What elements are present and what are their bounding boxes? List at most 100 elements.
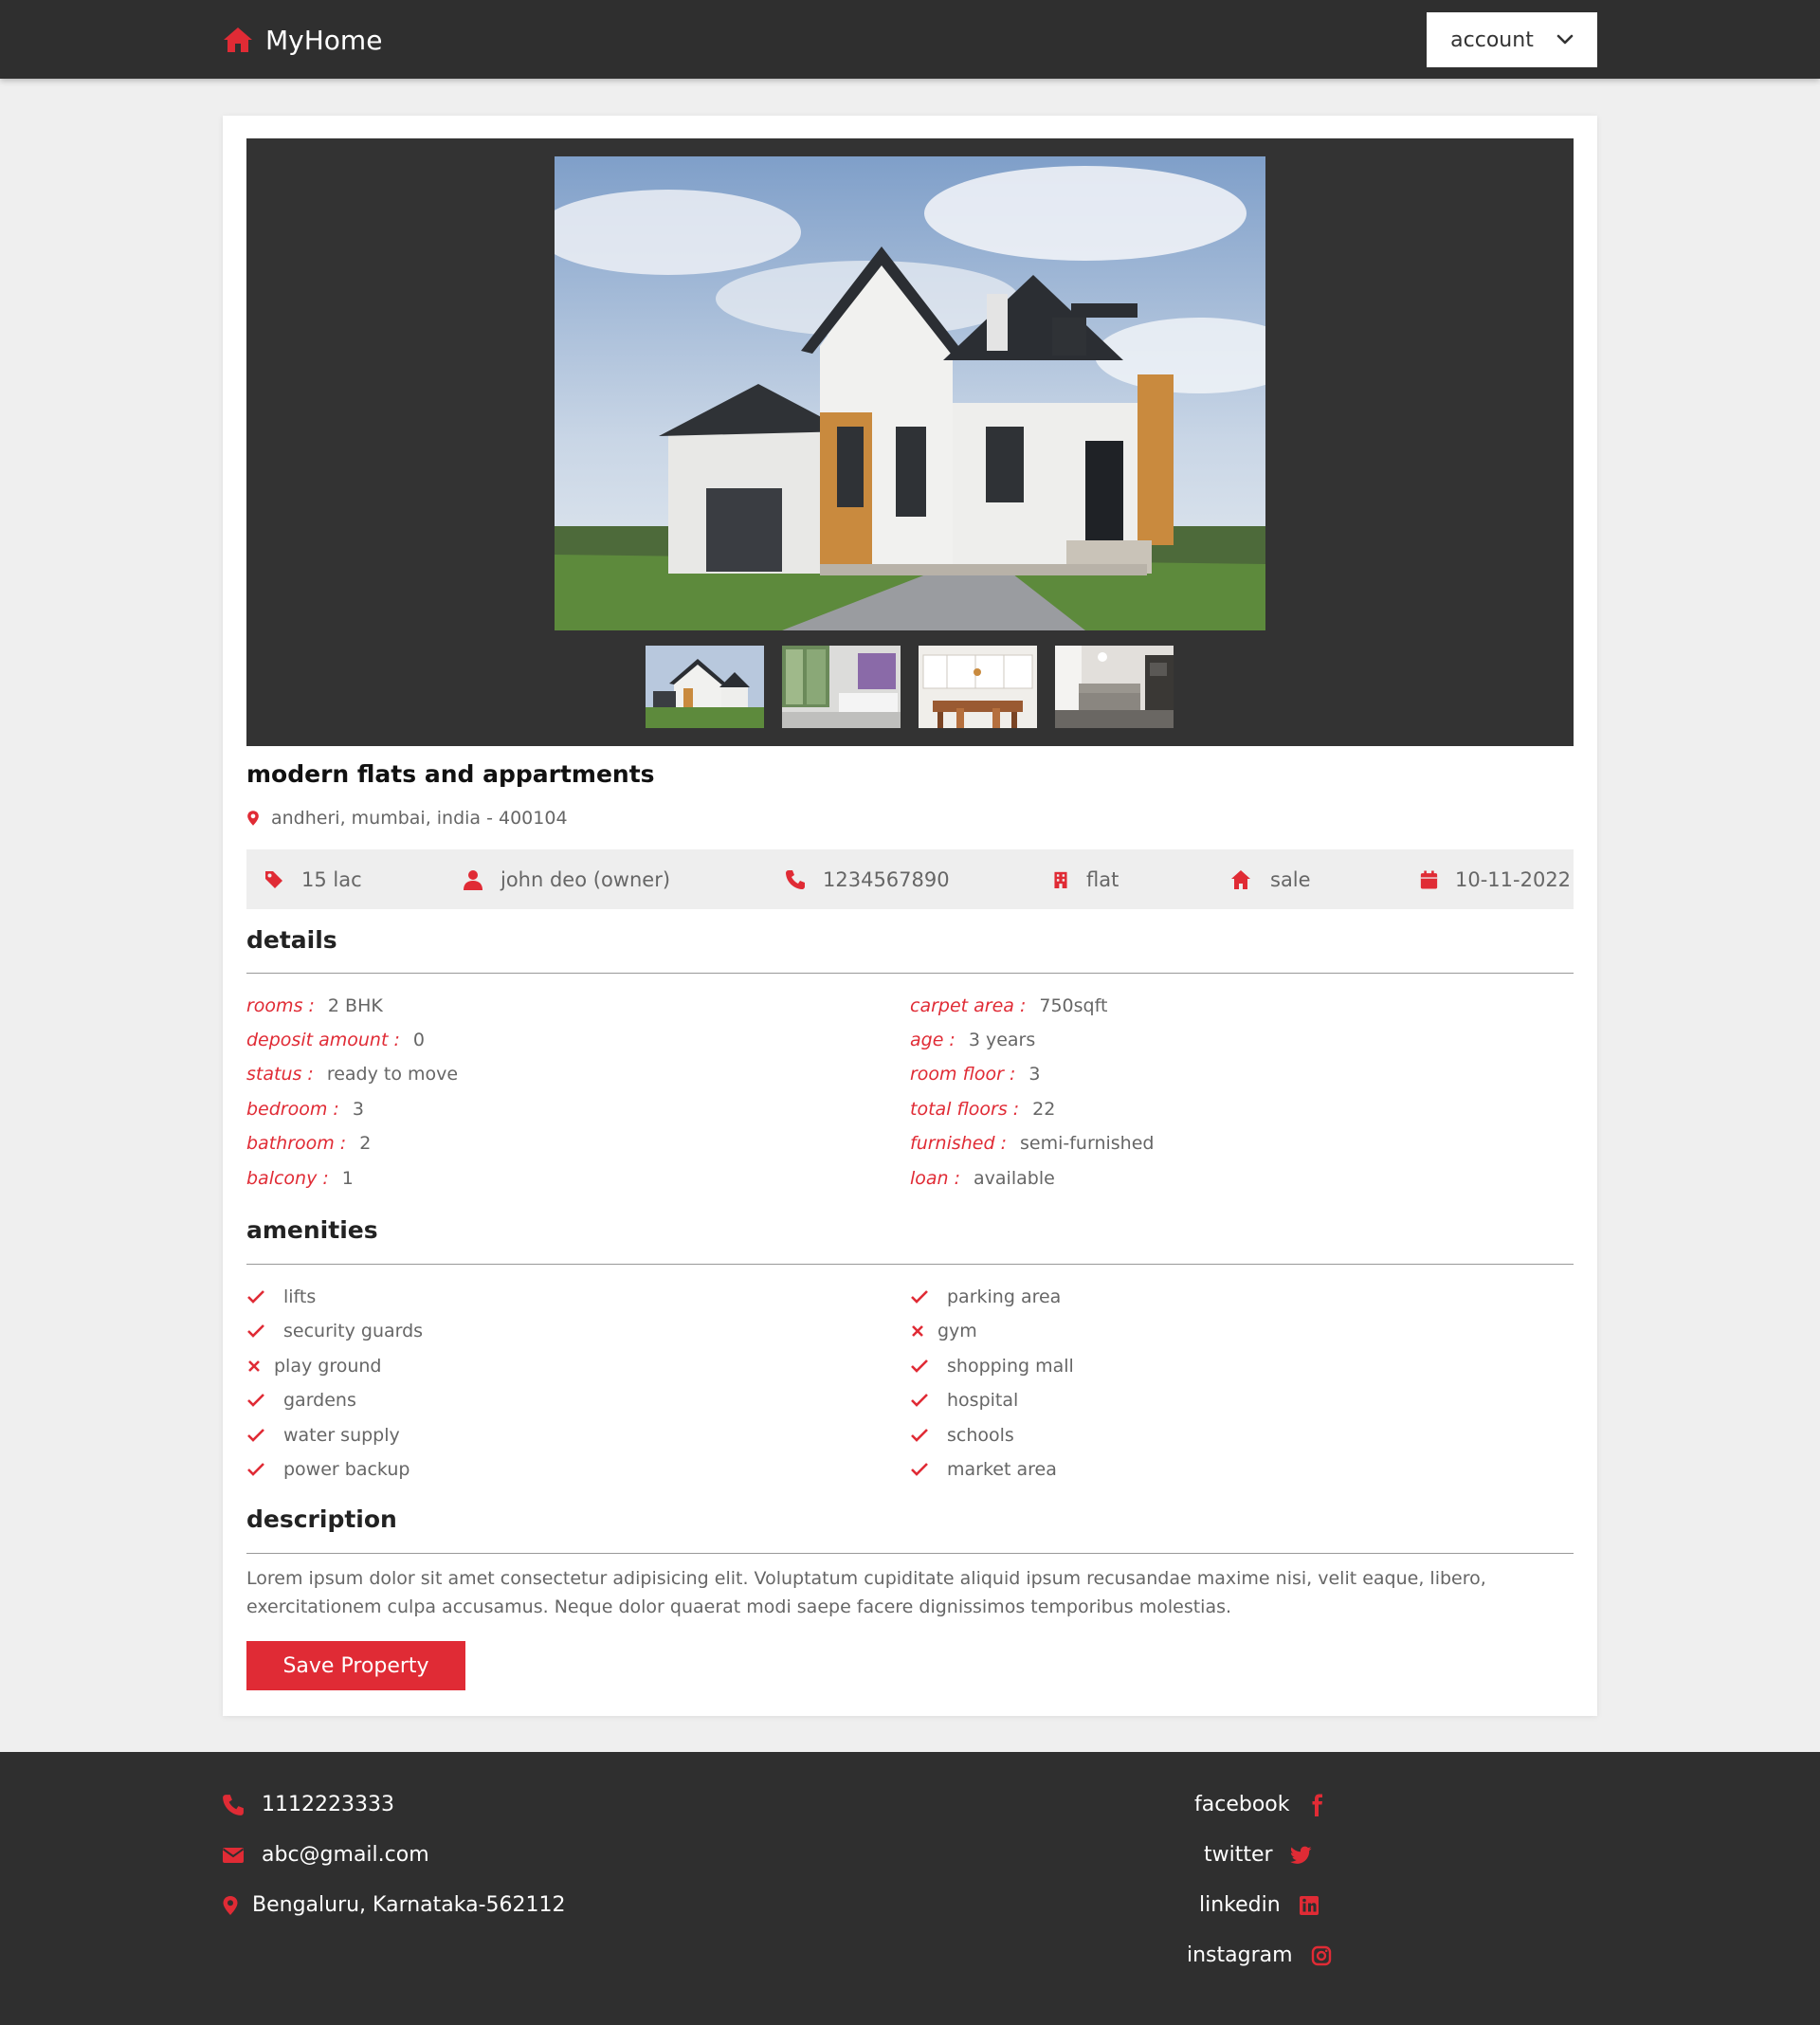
- phone-icon: [223, 1794, 244, 1815]
- thumbnail-exterior[interactable]: [646, 646, 764, 728]
- description-heading: description: [246, 1505, 397, 1533]
- detail-row: balcony :1: [246, 1168, 354, 1189]
- detail-row: total floors :22: [910, 1099, 1056, 1120]
- check-icon: [911, 1359, 928, 1373]
- account-label: account: [1450, 27, 1534, 52]
- type-info: flat: [1052, 849, 1119, 909]
- instagram-icon: [1311, 1945, 1331, 1965]
- phone-icon: [786, 869, 805, 889]
- property-card: modern flats and appartments andheri, mu…: [223, 116, 1597, 1716]
- site-footer: 1112223333 abc@gmail.com Bengaluru, Karn…: [0, 1752, 1820, 2025]
- amenity-item: market area: [910, 1459, 1057, 1480]
- date-value: 10-11-2022: [1455, 867, 1572, 891]
- description-divider: [246, 1553, 1574, 1554]
- check-icon: [247, 1324, 264, 1338]
- top-navbar: MyHome account: [0, 0, 1820, 79]
- image-gallery: [246, 138, 1574, 746]
- detail-row: bedroom :3: [246, 1099, 364, 1120]
- check-icon: [247, 1429, 264, 1442]
- footer-email-value: abc@gmail.com: [262, 1843, 429, 1867]
- phone-info: 1234567890: [785, 849, 950, 909]
- account-dropdown-button[interactable]: account: [1427, 12, 1597, 67]
- property-info-bar: 15 lac john deo (owner) 1234567890 flat …: [246, 849, 1574, 909]
- footer-address: Bengaluru, Karnataka-562112: [222, 1893, 566, 1917]
- check-icon: [911, 1290, 928, 1304]
- type-value: flat: [1086, 867, 1119, 891]
- detail-row: loan : available: [910, 1168, 1055, 1189]
- detail-row: deposit amount :0: [246, 1030, 425, 1050]
- date-info: 10-11-2022: [1420, 849, 1571, 909]
- main-property-photo: [555, 156, 1265, 630]
- detail-row: bathroom :2: [246, 1133, 372, 1154]
- calendar-icon: [1420, 870, 1438, 888]
- footer-address-value: Bengaluru, Karnataka-562112: [252, 1893, 566, 1917]
- offer-value: sale: [1270, 867, 1311, 891]
- check-icon: [911, 1429, 928, 1442]
- detail-row: room floor :3: [910, 1064, 1041, 1085]
- amenity-item: gym: [910, 1321, 977, 1341]
- thumbnail-kitchen[interactable]: [919, 646, 1037, 728]
- detail-row: status : ready to move: [246, 1064, 459, 1085]
- twitter-icon: [1289, 1846, 1312, 1864]
- check-icon: [247, 1463, 264, 1476]
- facebook-link[interactable]: facebook: [1194, 1793, 1329, 1816]
- facebook-icon: [1312, 1794, 1323, 1816]
- price-info: 15 lac: [264, 849, 362, 909]
- amenity-item: hospital: [910, 1390, 1018, 1411]
- cross-icon: [912, 1325, 923, 1337]
- price-value: 15 lac: [301, 867, 362, 891]
- offer-info: sale: [1228, 849, 1311, 909]
- detail-row: furnished : semi-furnished: [910, 1133, 1155, 1154]
- footer-phone: 1112223333: [222, 1793, 394, 1816]
- footer-email: abc@gmail.com: [222, 1843, 429, 1867]
- amenity-item: water supply: [246, 1425, 400, 1446]
- amenity-item: power backup: [246, 1459, 410, 1480]
- brand-logo-link[interactable]: MyHome: [222, 21, 382, 59]
- property-title: modern flats and appartments: [246, 760, 655, 788]
- map-marker-icon: [223, 1895, 238, 1915]
- check-icon: [247, 1394, 264, 1407]
- amenities-divider: [246, 1264, 1574, 1265]
- map-marker-icon: [247, 811, 259, 826]
- linkedin-icon: [1299, 1895, 1319, 1915]
- chevron-down-icon: [1556, 34, 1574, 45]
- amenity-item: shopping mall: [910, 1356, 1074, 1377]
- detail-row: rooms :2 BHK: [246, 995, 383, 1016]
- thumbnail-strip: [646, 646, 1174, 728]
- amenity-item: schools: [910, 1425, 1014, 1446]
- instagram-link[interactable]: instagram: [1187, 1943, 1333, 1967]
- property-address: andheri, mumbai, india - 400104: [271, 808, 568, 829]
- owner-name: john deo (owner): [500, 867, 671, 891]
- thumbnail-bedroom[interactable]: [782, 646, 901, 728]
- amenity-item: lifts: [246, 1286, 316, 1307]
- cross-icon: [248, 1360, 260, 1372]
- amenity-item: security guards: [246, 1321, 423, 1341]
- house-icon: [224, 27, 252, 52]
- save-property-button[interactable]: Save Property: [246, 1641, 465, 1690]
- thumbnail-living-room[interactable]: [1055, 646, 1174, 728]
- details-divider: [246, 973, 1574, 974]
- twitter-link[interactable]: twitter: [1204, 1843, 1313, 1867]
- user-icon: [464, 869, 482, 890]
- phone-value: 1234567890: [823, 867, 950, 891]
- envelope-icon: [222, 1847, 245, 1863]
- linkedin-link[interactable]: linkedin: [1199, 1893, 1320, 1917]
- house-icon: [1231, 869, 1250, 889]
- details-heading: details: [246, 926, 337, 954]
- amenity-item: gardens: [246, 1390, 356, 1411]
- check-icon: [911, 1463, 928, 1476]
- brand-name: MyHome: [265, 24, 383, 56]
- amenity-item: parking area: [910, 1286, 1061, 1307]
- building-icon: [1054, 871, 1067, 888]
- check-icon: [247, 1290, 264, 1304]
- detail-row: carpet area :750sqft: [910, 995, 1108, 1016]
- detail-row: age :3 years: [910, 1030, 1036, 1050]
- owner-info: john deo (owner): [463, 849, 670, 909]
- description-text: Lorem ipsum dolor sit amet consectetur a…: [246, 1568, 1486, 1617]
- property-location: andheri, mumbai, india - 400104: [246, 808, 568, 829]
- tag-icon: [265, 870, 282, 888]
- amenities-heading: amenities: [246, 1216, 378, 1244]
- footer-phone-value: 1112223333: [262, 1793, 394, 1816]
- check-icon: [911, 1394, 928, 1407]
- amenity-item: play ground: [246, 1356, 382, 1377]
